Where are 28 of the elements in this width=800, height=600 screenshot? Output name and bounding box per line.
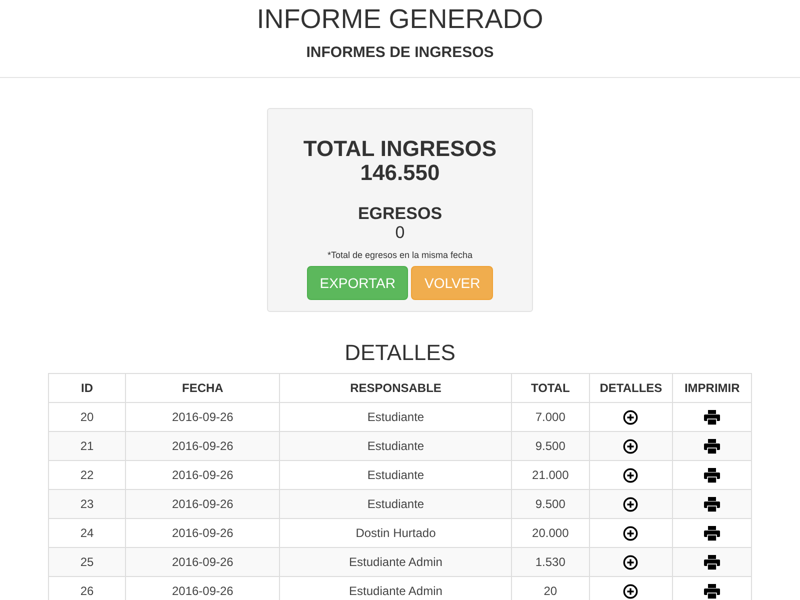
page-title: INFORME GENERADO <box>256 4 544 34</box>
printer-icon[interactable] <box>704 584 720 598</box>
printer-icon[interactable] <box>704 496 720 512</box>
column-header: FECHA <box>126 374 280 402</box>
plus-circle-icon[interactable] <box>623 554 638 570</box>
plus-circle-icon[interactable] <box>623 468 638 482</box>
plus-circle-icon[interactable] <box>623 438 638 454</box>
table-cell: 26 <box>48 576 126 600</box>
egresos-label: EGRESOS <box>358 204 442 223</box>
footnote: *Total de egresos en la misma fecha <box>327 250 473 260</box>
column-header: RESPONSABLE <box>280 374 512 402</box>
page-subtitle: INFORMES DE INGRESOS <box>306 44 494 62</box>
plus-circle-icon[interactable] <box>623 496 638 512</box>
back-button[interactable]: VOLVER <box>411 266 494 300</box>
plus-circle-icon[interactable] <box>623 410 638 424</box>
printer-icon[interactable] <box>704 438 720 454</box>
total-label: TOTAL INGRESOS <box>303 137 497 161</box>
column-header: ID <box>48 374 126 402</box>
export-button[interactable]: EXPORTAR <box>306 266 408 300</box>
section-title: DETALLES <box>344 341 456 365</box>
plus-circle-icon[interactable] <box>623 584 638 598</box>
printer-icon[interactable] <box>704 410 720 424</box>
printer-icon[interactable] <box>704 526 720 540</box>
printer-icon[interactable] <box>704 468 720 482</box>
plus-circle-icon[interactable] <box>623 526 638 540</box>
printer-icon[interactable] <box>704 554 720 570</box>
egresos-value: 0 <box>395 223 405 242</box>
total-value: 146.550 <box>360 161 440 185</box>
